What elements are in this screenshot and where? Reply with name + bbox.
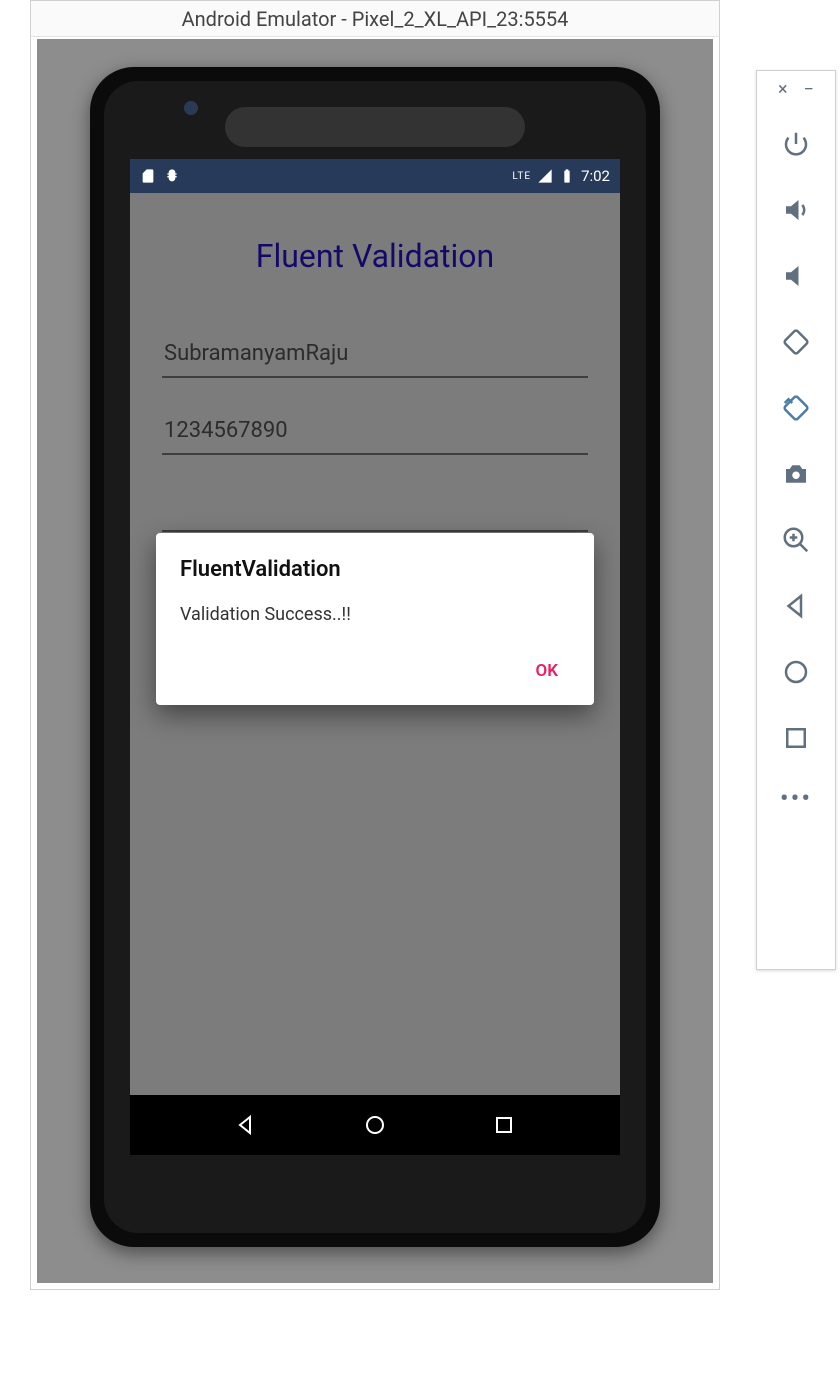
rotate-right-icon (781, 393, 811, 423)
back-triangle-icon (781, 591, 811, 621)
volume-up-icon (781, 195, 811, 225)
zoom-in-icon (781, 525, 811, 555)
overview-square-icon (781, 723, 811, 753)
power-icon (781, 129, 811, 159)
clock-label: 7:02 (581, 167, 610, 185)
speaker-grille (225, 107, 525, 147)
signal-icon (537, 168, 553, 184)
dialog-title: FluentValidation (180, 557, 570, 582)
back-button[interactable] (776, 578, 816, 634)
rotate-right-button[interactable] (776, 380, 816, 436)
nav-back-icon[interactable] (235, 1113, 259, 1137)
network-label: LTE (512, 171, 531, 182)
toolbar-close-button[interactable]: × (778, 79, 788, 100)
rotate-left-button[interactable] (776, 314, 816, 370)
dialog-ok-button[interactable]: OK (524, 651, 571, 691)
power-button[interactable] (776, 116, 816, 172)
device-bezel: LTE 7:02 Fluent Validation SubramanyamRa… (104, 81, 646, 1233)
battery-icon (559, 168, 575, 184)
device-screen: LTE 7:02 Fluent Validation SubramanyamRa… (130, 159, 620, 1155)
alert-dialog: FluentValidation Validation Success..!! … (156, 533, 594, 705)
device-frame: LTE 7:02 Fluent Validation SubramanyamRa… (90, 67, 660, 1247)
more-button[interactable]: ••• (780, 784, 812, 814)
dialog-message: Validation Success..!! (180, 604, 570, 625)
dialog-ok-label: OK (536, 661, 559, 681)
app-content: Fluent Validation SubramanyamRaju 123456… (130, 193, 620, 1155)
emulator-backdrop: LTE 7:02 Fluent Validation SubramanyamRa… (37, 39, 713, 1283)
overview-button[interactable] (776, 710, 816, 766)
front-camera (184, 101, 198, 115)
zoom-button[interactable] (776, 512, 816, 568)
volume-down-icon (781, 261, 811, 291)
rotate-left-icon (781, 327, 811, 357)
emulator-toolbar: × − ••• (756, 70, 836, 970)
camera-icon (781, 459, 811, 489)
nav-recents-icon[interactable] (492, 1113, 516, 1137)
volume-up-button[interactable] (776, 182, 816, 238)
home-button[interactable] (776, 644, 816, 700)
window-title: Android Emulator - Pixel_2_XL_API_23:555… (31, 1, 719, 37)
screenshot-button[interactable] (776, 446, 816, 502)
sdcard-icon (140, 168, 156, 184)
nav-home-icon[interactable] (363, 1113, 387, 1137)
emulator-window: Android Emulator - Pixel_2_XL_API_23:555… (30, 0, 720, 1290)
home-circle-icon (781, 657, 811, 687)
status-bar: LTE 7:02 (130, 159, 620, 193)
system-navbar (130, 1095, 620, 1155)
toolbar-minimize-button[interactable]: − (804, 79, 814, 100)
volume-down-button[interactable] (776, 248, 816, 304)
bug-icon (164, 168, 180, 184)
